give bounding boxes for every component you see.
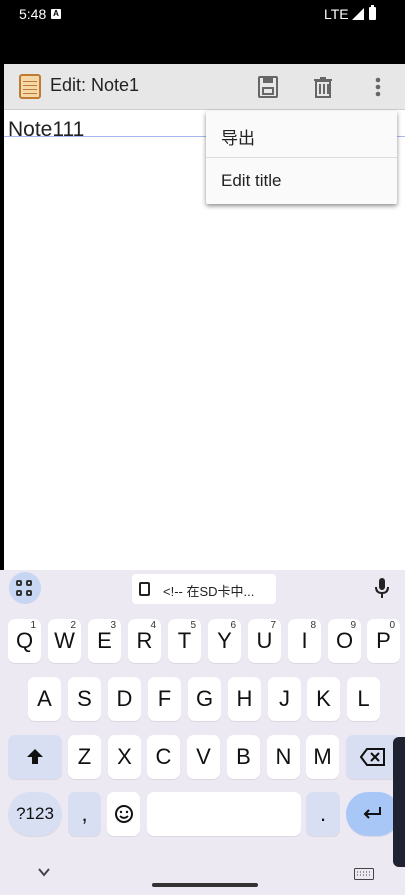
comma-key[interactable]: ,: [68, 792, 101, 836]
save-icon: [258, 76, 278, 98]
numeric-key[interactable]: ?123: [8, 792, 62, 836]
shift-icon: [27, 749, 43, 764]
key-label: J: [279, 686, 290, 711]
enter-key[interactable]: [346, 792, 400, 836]
key-w[interactable]: W2: [48, 619, 81, 663]
key-h[interactable]: H: [228, 677, 261, 721]
backspace-key[interactable]: [346, 735, 400, 779]
chevron-down-icon[interactable]: [38, 866, 50, 878]
key-hint: 8: [310, 620, 316, 631]
key-label: X: [117, 744, 132, 769]
key-s[interactable]: S: [68, 677, 101, 721]
status-bar: 5:48 A LTE: [0, 0, 405, 64]
key-label: Z: [77, 744, 92, 769]
key-n[interactable]: N: [267, 735, 300, 779]
key-hint: 7: [270, 620, 276, 631]
key-label: T: [177, 628, 192, 653]
key-hint: 1: [30, 620, 36, 631]
clipboard-suggestion[interactable]: <!-- 在SD卡中...: [132, 574, 276, 604]
emoji-icon: [114, 805, 133, 823]
key-label: H: [236, 686, 253, 711]
keyboard-icon[interactable]: [354, 868, 374, 880]
menu-item-label: 导出: [221, 129, 255, 148]
key-label: M: [313, 744, 332, 769]
key-label: D: [116, 686, 133, 711]
delete-button[interactable]: [308, 72, 338, 102]
network-type: LTE: [324, 6, 349, 22]
grid-icon: [16, 580, 34, 598]
menu-item-edit-title[interactable]: Edit title: [206, 158, 397, 204]
soft-keyboard: <!-- 在SD卡中... Q1W2E3R4T5Y6U7I8O9P0ASDFGH…: [0, 570, 405, 895]
emoji-key[interactable]: [107, 792, 140, 836]
key-i[interactable]: I8: [288, 619, 321, 663]
key-a[interactable]: A: [28, 677, 61, 721]
mic-icon[interactable]: [375, 578, 389, 600]
battery-icon: [369, 5, 376, 20]
key-label: S: [77, 686, 92, 711]
toolbar: Edit: Note1: [4, 64, 405, 110]
key-m[interactable]: M: [306, 735, 339, 779]
key-label: B: [236, 744, 251, 769]
key-p[interactable]: P0: [367, 619, 400, 663]
clipboard-icon: [139, 582, 150, 596]
key-b[interactable]: B: [227, 735, 260, 779]
key-c[interactable]: C: [147, 735, 180, 779]
key-label: C: [155, 744, 172, 769]
shift-key[interactable]: [8, 735, 62, 779]
key-hint: 3: [110, 620, 116, 631]
key-label: V: [196, 744, 211, 769]
key-j[interactable]: J: [268, 677, 301, 721]
menu-item-export[interactable]: 导出: [206, 111, 397, 158]
key-label: I: [301, 628, 308, 653]
overflow-menu: 导出 Edit title: [206, 111, 397, 204]
toolbar-title: Edit: Note1: [50, 75, 140, 95]
backspace-icon: [359, 748, 385, 766]
key-x[interactable]: X: [108, 735, 141, 779]
status-time: 5:48: [19, 6, 47, 22]
key-hint: 4: [150, 620, 156, 631]
key-label: G: [195, 686, 214, 711]
key-l[interactable]: L: [347, 677, 380, 721]
more-vert-icon: [375, 77, 381, 97]
key-label: F: [157, 686, 172, 711]
key-hint: 6: [230, 620, 236, 631]
key-f[interactable]: F: [148, 677, 181, 721]
menu-item-label: Edit title: [221, 171, 282, 190]
save-button[interactable]: [253, 72, 283, 102]
key-label: L: [357, 686, 370, 711]
notepad-icon: [19, 74, 41, 99]
suggestion-text: <!-- 在SD卡中...: [163, 584, 255, 599]
period-key[interactable]: .: [306, 792, 340, 836]
key-hint: 9: [350, 620, 356, 631]
key-t[interactable]: T5: [168, 619, 201, 663]
key-y[interactable]: Y6: [208, 619, 241, 663]
note-editor-field[interactable]: Note111: [8, 118, 84, 142]
key-e[interactable]: E3: [88, 619, 121, 663]
key-r[interactable]: R4: [128, 619, 161, 663]
key-u[interactable]: U7: [248, 619, 281, 663]
trash-icon: [314, 77, 332, 98]
key-z[interactable]: Z: [68, 735, 101, 779]
key-k[interactable]: K: [307, 677, 340, 721]
enter-icon: [363, 807, 381, 819]
key-label: K: [316, 686, 331, 711]
more-options-button[interactable]: [363, 72, 393, 102]
key-g[interactable]: G: [188, 677, 221, 721]
key-label: N: [275, 744, 292, 769]
side-panel-handle[interactable]: [393, 737, 405, 867]
key-q[interactable]: Q1: [8, 619, 41, 663]
gesture-nav-bar[interactable]: [152, 883, 258, 887]
key-hint: 0: [389, 620, 395, 631]
signal-icon: [352, 8, 364, 20]
key-hint: 2: [70, 620, 76, 631]
key-label: A: [37, 686, 52, 711]
space-key[interactable]: [147, 792, 301, 836]
key-hint: 5: [190, 620, 196, 631]
key-v[interactable]: V: [187, 735, 220, 779]
key-o[interactable]: O9: [328, 619, 361, 663]
key-d[interactable]: D: [108, 677, 141, 721]
status-indicator-icon: A: [51, 9, 61, 19]
